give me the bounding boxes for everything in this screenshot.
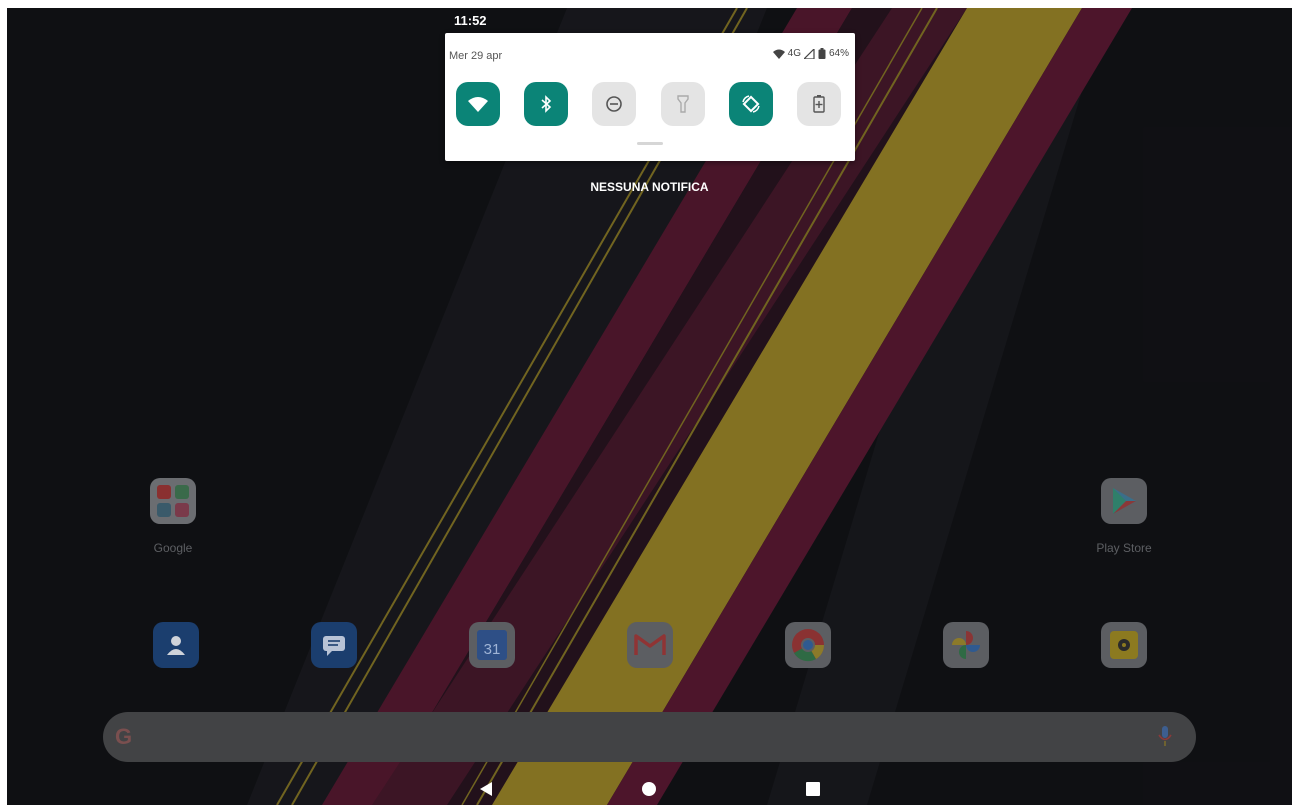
auto-rotate-tile[interactable] xyxy=(729,82,773,126)
messages-icon xyxy=(323,636,345,656)
battery-saver-tile[interactable] xyxy=(797,82,841,126)
battery-icon xyxy=(818,48,826,59)
wifi-icon xyxy=(468,97,488,112)
battery-percent: 64% xyxy=(828,48,849,59)
bluetooth-icon xyxy=(541,95,552,113)
music-app[interactable] xyxy=(1101,622,1147,668)
photos-app[interactable] xyxy=(943,622,989,668)
mic-icon[interactable] xyxy=(1158,725,1172,747)
chrome-app[interactable] xyxy=(785,622,831,668)
quick-settings-panel[interactable]: Mer 29 apr 4G 64% xyxy=(445,33,855,161)
calendar-app[interactable]: 31 xyxy=(469,622,515,668)
google-folder-label: Google xyxy=(153,541,193,555)
qs-date[interactable]: Mer 29 apr xyxy=(449,50,502,62)
photos-icon xyxy=(952,631,980,659)
wifi-status-icon xyxy=(772,49,785,59)
home-icon[interactable] xyxy=(641,781,657,797)
signal-icon xyxy=(803,48,815,59)
home-screen: 11:52 Mer 29 apr 4G 64% NESSUNA NOTIFICA… xyxy=(7,8,1292,805)
gmail-app[interactable] xyxy=(627,622,673,668)
google-folder-icon xyxy=(157,485,189,517)
calendar-icon: 31 xyxy=(477,630,507,660)
network-type: 4G xyxy=(787,48,801,59)
no-notifications-text: NESSUNA NOTIFICA xyxy=(590,180,709,194)
contacts-icon xyxy=(167,636,185,655)
messages-app[interactable] xyxy=(311,622,357,668)
contacts-app[interactable] xyxy=(153,622,199,668)
back-icon[interactable] xyxy=(478,781,494,797)
google-folder[interactable] xyxy=(150,478,196,524)
auto-rotate-icon xyxy=(742,95,760,113)
chrome-icon xyxy=(792,629,825,662)
gmail-icon xyxy=(634,634,666,655)
play-store-icon xyxy=(1113,488,1136,514)
do-not-disturb-icon xyxy=(606,96,622,112)
google-search-bar[interactable]: G xyxy=(103,712,1196,762)
calendar-day: 31 xyxy=(483,641,501,658)
status-clock: 11:52 xyxy=(454,13,487,28)
recents-icon[interactable] xyxy=(805,781,821,797)
bluetooth-tile[interactable] xyxy=(524,82,568,126)
wifi-tile[interactable] xyxy=(456,82,500,126)
music-icon xyxy=(1110,631,1138,659)
battery-saver-icon xyxy=(813,95,825,113)
play-store-app[interactable] xyxy=(1101,478,1147,524)
flashlight-icon xyxy=(677,95,689,113)
do-not-disturb-tile[interactable] xyxy=(592,82,636,126)
qs-status-icons: 4G 64% xyxy=(772,48,849,59)
google-g-icon: G xyxy=(115,724,133,749)
qs-expand-handle[interactable] xyxy=(637,142,663,145)
flashlight-tile[interactable] xyxy=(661,82,705,126)
play-store-label: Play Store xyxy=(1096,541,1152,555)
